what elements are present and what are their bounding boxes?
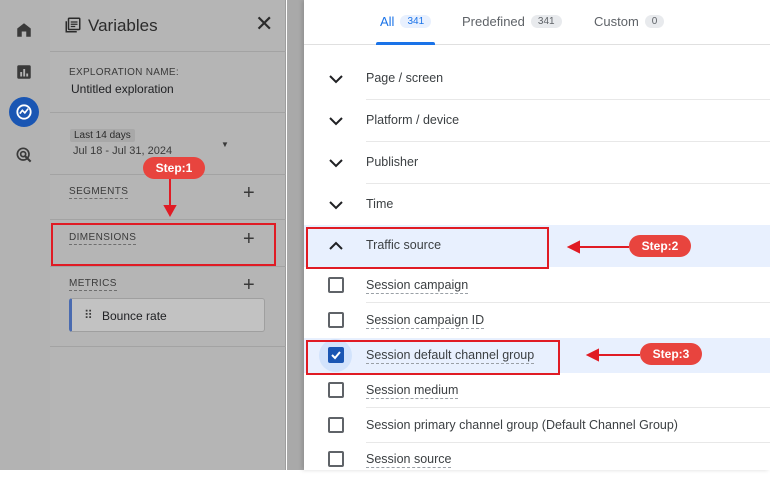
arrow-head-step2: [566, 240, 580, 254]
arrow-head-step3: [585, 348, 599, 362]
arrow-head-step1: [163, 205, 177, 218]
annotation-arrows: [163, 179, 640, 362]
